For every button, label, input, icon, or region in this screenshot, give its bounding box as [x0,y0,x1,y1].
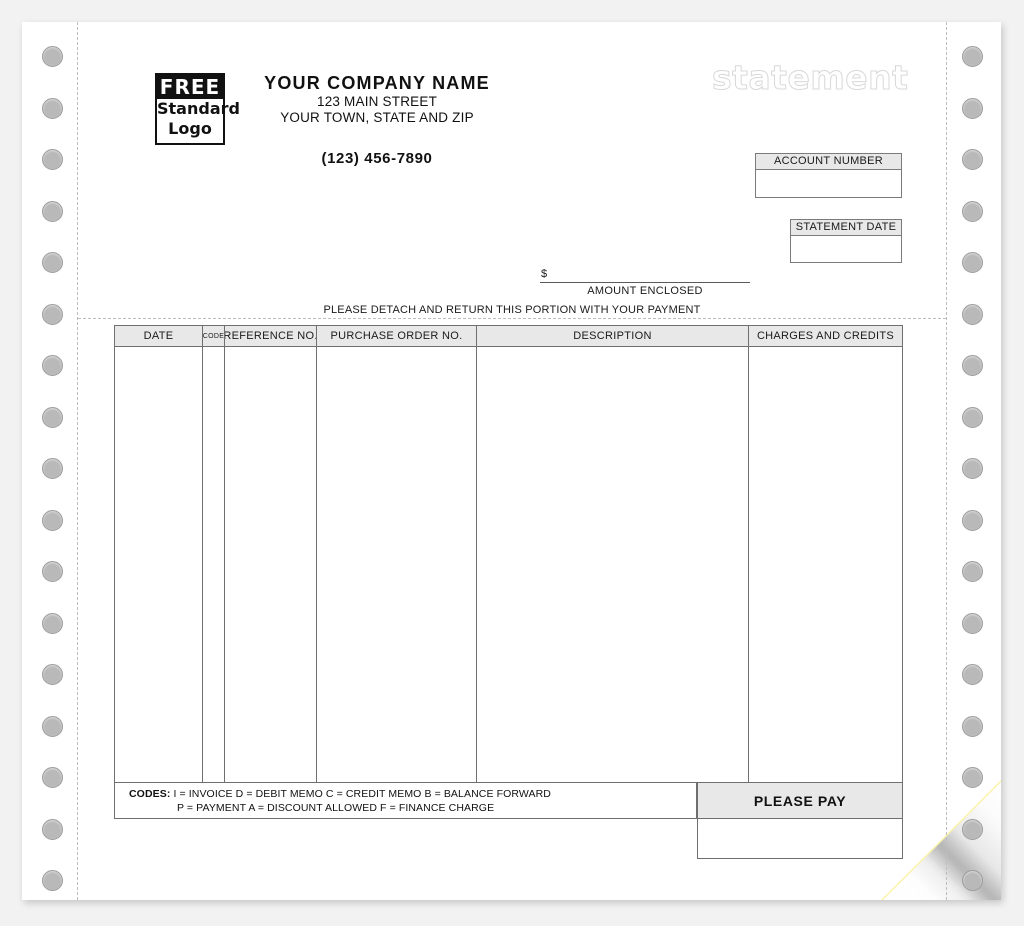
sprocket-hole [42,612,63,634]
sprocket-hole [962,509,983,531]
column-body-description[interactable] [477,347,749,783]
sprocket-hole [42,252,63,273]
codes-legend-text-1: I = INVOICE D = DEBIT MEMO C = CREDIT ME… [173,788,551,800]
sprocket-hole [42,97,63,119]
sprocket-hole [962,200,983,222]
column-header-description: DESCRIPTION [477,326,749,346]
free-standard-logo: FREE Standard Logo [155,73,240,145]
sprocket-hole [42,715,63,737]
sprocket-hole [42,406,63,428]
statement-date-label: STATEMENT DATE [791,220,901,236]
dollar-sign: $ [541,268,548,280]
sprocket-hole [42,561,63,582]
column-body-purchase-order-no[interactable] [317,347,477,783]
sprocket-hole [962,818,983,840]
company-city-state-zip: YOUR TOWN, STATE AND ZIP [280,110,474,125]
sprocket-hole [42,509,63,531]
codes-legend-line-2: P = PAYMENT A = DISCOUNT ALLOWED F = FIN… [177,802,495,814]
please-pay-amount-field[interactable] [697,819,903,859]
statement-date-field[interactable]: STATEMENT DATE [790,219,902,263]
amount-enclosed-rule[interactable] [540,282,750,283]
company-street: 123 MAIN STREET [316,94,438,109]
codes-legend: CODES: I = INVOICE D = DEBIT MEMO C = CR… [114,783,697,819]
column-header-reference-no: REFERENCE NO. [225,326,317,346]
detach-instruction: PLEASE DETACH AND RETURN THIS PORTION WI… [323,304,701,316]
amount-enclosed-label: AMOUNT ENCLOSED [587,285,703,297]
company-name: YOUR COMPANY NAME [264,73,490,93]
account-number-label: ACCOUNT NUMBER [756,154,901,170]
sprocket-hole [962,46,983,67]
column-body-code[interactable] [203,347,225,783]
sprocket-hole [42,200,63,222]
sprocket-hole [962,303,983,325]
sprocket-hole [42,767,63,788]
right-perforation-line [946,22,947,900]
table-body [115,347,902,783]
table-header-row: DATE CODE REFERENCE NO. PURCHASE ORDER NO. D… [115,326,902,347]
column-body-date[interactable] [115,347,203,783]
statement-watermark: statement [711,58,909,98]
sprocket-hole [962,252,983,273]
left-perforation-line [77,22,78,900]
column-header-charges-and-credits: CHARGES AND CREDITS [756,330,895,342]
sprocket-hole [962,664,983,685]
column-body-charges-and-credits[interactable] [749,347,902,783]
sprocket-hole [42,355,63,376]
sprocket-hole [962,561,983,582]
sprocket-hole [42,149,63,170]
statement-form-sheet: statement FREE Standard Logo YOUR COMPAN… [22,22,1001,900]
sprocket-hole [42,46,63,67]
sprocket-hole [962,97,983,119]
sprocket-hole [962,149,983,170]
sprocket-hole [42,303,63,325]
sprocket-hole [962,870,983,891]
codes-legend-label: CODES: [129,788,171,800]
logo-logo-text: Logo [168,119,212,138]
sprocket-hole [962,612,983,634]
please-pay-label: PLEASE PAY [697,783,903,819]
sprocket-hole [42,870,63,891]
sprocket-hole [42,458,63,479]
sprocket-hole [962,715,983,737]
logo-free-banner: FREE [157,75,223,99]
codes-legend-line-1: CODES: I = INVOICE D = DEBIT MEMO C = CR… [129,787,696,801]
sprocket-hole [42,664,63,685]
sprocket-hole [962,355,983,376]
sprocket-hole [962,406,983,428]
logo-standard-text: Standard [157,99,240,118]
column-body-reference-no[interactable] [225,347,317,783]
sprocket-hole [42,818,63,840]
column-header-code: CODE [203,326,225,346]
column-header-date: DATE [115,326,203,346]
statement-line-items-table: DATE CODE REFERENCE NO. PURCHASE ORDER NO. D… [114,325,903,783]
sprocket-hole [962,458,983,479]
company-address-block: YOUR COMPANY NAME 123 MAIN STREET YOUR T… [227,72,527,126]
column-header-purchase-order-no: PURCHASE ORDER NO. [317,326,477,346]
company-phone: (123) 456-7890 [321,150,433,167]
detach-perforation-line [78,318,946,319]
sprocket-hole [962,767,983,788]
account-number-field[interactable]: ACCOUNT NUMBER [755,153,902,198]
